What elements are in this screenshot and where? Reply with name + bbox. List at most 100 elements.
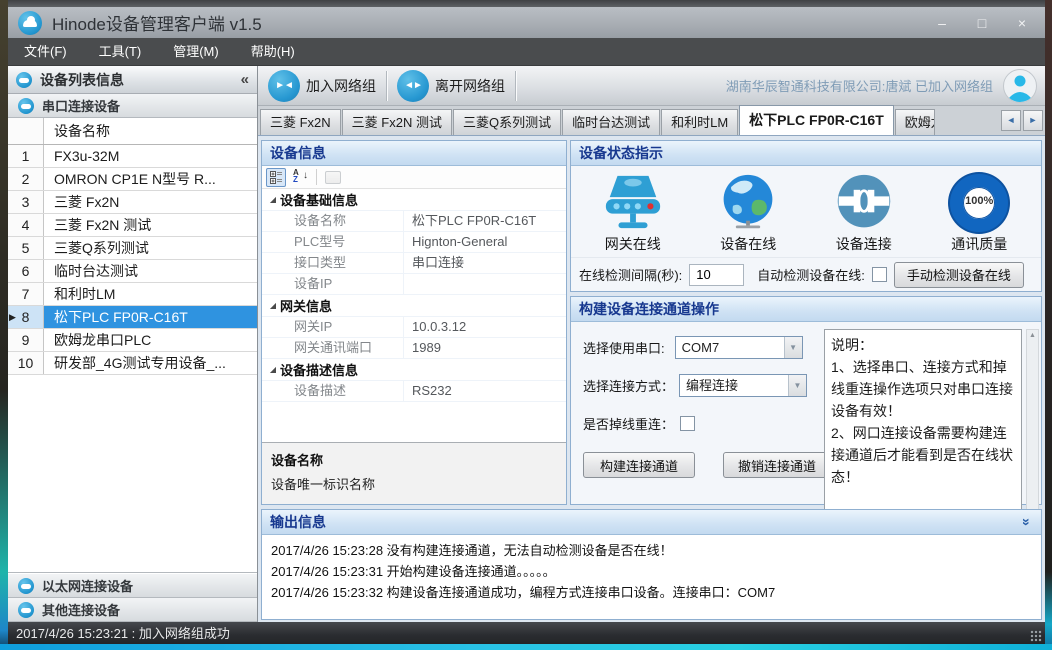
other-section-icon (18, 602, 34, 618)
connect-mode-label: 选择连接方式： (583, 376, 674, 395)
menu-tools[interactable]: 工具(T) (83, 38, 158, 65)
collapse-output-icon[interactable]: » (1015, 518, 1039, 526)
property-row[interactable]: 设备名称 松下PLC FP0R-C16T (262, 211, 566, 232)
device-row[interactable]: ▶3 三菱 Fx2N (8, 191, 257, 214)
revoke-channel-button[interactable]: 撤销连接通道 (723, 452, 831, 478)
output-header: 输出信息 » (262, 510, 1041, 535)
connect-mode-combobox[interactable]: 编程连接 ▼ (679, 374, 807, 397)
combo-arrow-icon[interactable]: ▼ (784, 337, 802, 358)
property-row[interactable]: 网关IP 10.0.3.12 (262, 317, 566, 338)
log-line: 2017/4/26 15:23:32 构建设备连接通道成功，编程方式连接串口设备… (271, 582, 1032, 603)
categorized-icon (270, 171, 283, 184)
tab-hollysys-lm[interactable]: 和利时LM (661, 109, 738, 135)
ethernet-section-icon (18, 578, 34, 594)
tab-panasonic-fp0r-c16t[interactable]: 松下PLC FP0R-C16T (739, 105, 894, 135)
close-button[interactable]: × (1009, 15, 1035, 31)
leave-network-button[interactable]: ◄► 离开网络组 (387, 69, 515, 103)
device-row[interactable]: ▶10 研发部_4G测试专用设备_... (8, 352, 257, 375)
join-network-icon: ►◄ (268, 70, 300, 102)
device-table-header: 设备名称 (8, 118, 257, 145)
sidebar-title: 设备列表信息 (40, 70, 124, 90)
categorized-view-button[interactable] (266, 168, 286, 187)
device-row-selected[interactable]: ▶8 松下PLC FP0R-C16T (8, 306, 257, 329)
expander-icon[interactable]: ◢ (266, 195, 280, 204)
quality-ring-icon: 100% (950, 174, 1008, 232)
interval-input[interactable] (689, 264, 744, 286)
property-row[interactable]: 设备IP (262, 274, 566, 295)
auto-detect-label: 自动检测设备在线: (757, 265, 865, 284)
device-row[interactable]: ▶7 和利时LM (8, 283, 257, 306)
tab-delta-temp-test[interactable]: 临时台达测试 (562, 109, 660, 135)
expander-icon[interactable]: ◢ (266, 301, 280, 310)
device-row[interactable]: ▶2 OMRON CP1E N型号 R... (8, 168, 257, 191)
minimize-button[interactable]: – (929, 15, 955, 31)
category-description-info[interactable]: ◢ 设备描述信息 (262, 359, 566, 381)
selected-row-arrow-icon: ▶ (9, 306, 16, 328)
device-row[interactable]: ▶1 FX3u-32M (8, 145, 257, 168)
combo-arrow-icon[interactable]: ▼ (788, 375, 806, 396)
expander-icon[interactable]: ◢ (266, 365, 280, 374)
property-row[interactable]: 设备描述 RS232 (262, 381, 566, 402)
tab-scroll-right-icon[interactable]: ► (1023, 110, 1043, 131)
instructions-scrollbar[interactable]: ▲ ▼ (1026, 329, 1039, 521)
collapse-sidebar-icon[interactable]: « (241, 71, 249, 88)
scroll-up-icon[interactable]: ▲ (1027, 332, 1038, 339)
reconnect-label: 是否掉线重连： (583, 414, 674, 433)
tab-scroll-left-icon[interactable]: ◄ (1001, 110, 1021, 131)
property-pages-button[interactable] (323, 168, 343, 187)
tab-omron[interactable]: 欧姆龙 (895, 109, 935, 135)
person-icon (1004, 70, 1036, 102)
leave-network-icon: ◄► (397, 70, 429, 102)
property-row[interactable]: PLC型号 Hignton-General (262, 232, 566, 253)
property-row[interactable]: 网关通讯端口 1989 (262, 338, 566, 359)
output-log: 2017/4/26 15:23:28 没有构建连接通道，无法自动检测设备是否在线… (262, 535, 1041, 608)
category-basic-info[interactable]: ◢ 设备基础信息 (262, 189, 566, 211)
device-row[interactable]: ▶4 三菱 Fx2N 测试 (8, 214, 257, 237)
other-devices-section[interactable]: 其他连接设备 (8, 598, 257, 622)
status-indicators: 网关在线 设备在线 (571, 166, 1041, 254)
sidebar-header[interactable]: 设备列表信息 « (8, 66, 257, 94)
device-table: 设备名称 ▶1 FX3u-32M ▶2 OMRON CP1E N型号 R... … (8, 118, 257, 573)
serial-port-label: 选择使用串口: (583, 338, 665, 357)
row-number-header (8, 118, 44, 144)
reconnect-checkbox[interactable] (680, 416, 695, 431)
property-grid-toolbar: AZ↓ (262, 166, 566, 189)
tab-content: 设备信息 (258, 136, 1045, 622)
serial-section-icon (18, 98, 34, 114)
window-title: Hinode设备管理客户端 v1.5 (52, 10, 262, 35)
category-gateway-info[interactable]: ◢ 网关信息 (262, 295, 566, 317)
device-status-panel: 设备状态指示 (570, 140, 1042, 292)
serial-port-combobox[interactable]: COM7 ▼ (675, 336, 803, 359)
ethernet-devices-section[interactable]: 以太网连接设备 (8, 574, 257, 598)
title-bar[interactable]: Hinode设备管理客户端 v1.5 – □ × (8, 7, 1045, 38)
auto-detect-checkbox[interactable] (872, 267, 887, 282)
resize-grip[interactable] (1030, 630, 1042, 642)
maximize-button[interactable]: □ (969, 15, 995, 31)
comm-quality-indicator: 100% 通讯质量 (925, 172, 1033, 254)
device-row[interactable]: ▶5 三菱Q系列测试 (8, 237, 257, 260)
window-top-border (8, 0, 1045, 7)
device-row[interactable]: ▶6 临时台达测试 (8, 260, 257, 283)
menu-file[interactable]: 文件(F) (8, 38, 83, 65)
manual-detect-button[interactable]: 手动检测设备在线 (894, 262, 1024, 288)
company-status-text: 湖南华辰智通科技有限公司:唐斌 已加入网络组 (726, 76, 993, 95)
channel-operations-panel: 构建设备连接通道操作 选择使用串口: COM7 ▼ 选择连接方式： 编程连接 (570, 296, 1042, 505)
menu-manage[interactable]: 管理(M) (157, 38, 235, 65)
menu-help[interactable]: 帮助(H) (235, 38, 311, 65)
output-panel: 输出信息 » 2017/4/26 15:23:28 没有构建连接通道，无法自动检… (261, 509, 1042, 620)
status-message: 2017/4/26 15:23:21 : 加入网络组成功 (16, 626, 230, 641)
tab-mitsubishi-q-test[interactable]: 三菱Q系列测试 (453, 109, 561, 135)
build-channel-button[interactable]: 构建连接通道 (583, 452, 695, 478)
desktop-right-sliver (1045, 0, 1052, 650)
tab-mitsubishi-fx2n[interactable]: 三菱 Fx2N (260, 109, 341, 135)
menu-bar: 文件(F) 工具(T) 管理(M) 帮助(H) (8, 38, 1045, 66)
globe-icon (717, 172, 779, 232)
serial-devices-section[interactable]: 串口连接设备 (8, 94, 257, 118)
user-avatar[interactable] (1003, 69, 1037, 103)
quality-value: 100% (954, 195, 1004, 207)
device-row[interactable]: ▶9 欧姆龙串口PLC (8, 329, 257, 352)
tab-mitsubishi-fx2n-test[interactable]: 三菱 Fx2N 测试 (342, 109, 452, 135)
property-row[interactable]: 接口类型 串口连接 (262, 253, 566, 274)
alphabetical-sort-button[interactable]: AZ↓ (290, 168, 310, 187)
join-network-button[interactable]: ►◄ 加入网络组 (258, 69, 386, 103)
